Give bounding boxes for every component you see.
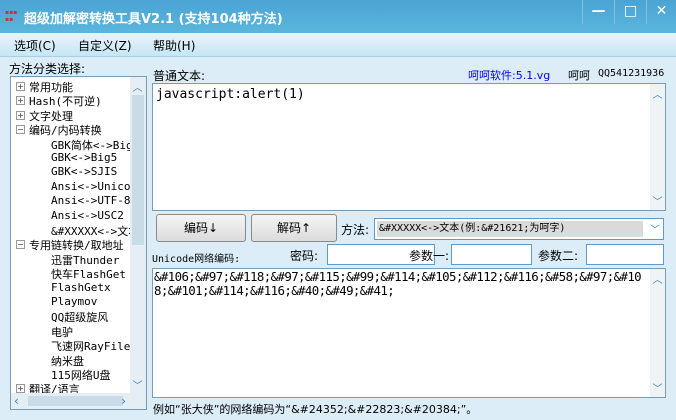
tree-item[interactable]: Ansi<->UTF-8 [51, 194, 130, 207]
plain-text-value: javascript:alert(1) [156, 87, 305, 102]
plain-scrollbar[interactable]: ︿ ﹀ [650, 84, 665, 210]
menu-bar: 选项(C) 自定义(Z) 帮助(H) [0, 33, 676, 57]
output-label: Unicode网络编码: [152, 254, 241, 265]
tree-hscrollbar[interactable]: ‹ › [11, 393, 146, 409]
password-label: 密码: [290, 249, 319, 263]
app-logo-icon: ▪▪▪ ▪▪ [5, 9, 18, 23]
param2-input[interactable] [586, 244, 664, 265]
method-tree[interactable]: + 常用功能 + Hash(不可逆) + 文字处理 − 编码/内码转换 GBK简体<->Big5… [10, 76, 147, 410]
scroll-down-icon[interactable]: ﹀ [132, 377, 143, 392]
scroll-up-icon[interactable]: ︿ [652, 86, 663, 101]
plain-text-input[interactable]: javascript:alert(1) ︿ ﹀ [152, 83, 666, 211]
menu-options[interactable]: 选项(C) [14, 37, 56, 54]
output-text-area[interactable]: &#106;&#97;&#118;&#97;&#115;&#99;&#114;&… [152, 268, 666, 398]
scroll-thumb[interactable] [132, 95, 144, 245]
collapse-icon[interactable]: − [16, 125, 25, 135]
close-button[interactable]: ✕ [646, 0, 676, 24]
scroll-up-icon[interactable]: ︿ [132, 79, 143, 94]
maximize-button[interactable]: □ [614, 0, 646, 24]
method-selected: &#XXXXX<->文本(例:&#21621;为呵字) [377, 221, 643, 237]
decode-button[interactable]: 解码↑ [251, 214, 337, 242]
expand-icon[interactable]: + [16, 110, 25, 120]
encode-button[interactable]: 编码↓ [156, 214, 246, 242]
output-scrollbar[interactable]: ︿ ﹀ [650, 269, 665, 397]
author-credit: 呵呵 [568, 69, 590, 82]
scroll-right-icon[interactable]: › [121, 394, 126, 408]
tree-label: 方法分类选择: [9, 62, 86, 76]
tree-item[interactable]: GBK<->Big5 [51, 151, 117, 164]
scroll-down-icon[interactable]: ﹀ [652, 193, 663, 208]
output-value: &#106;&#97;&#118;&#97;&#115;&#99;&#114;&… [154, 269, 642, 298]
minimize-button[interactable]: — [582, 0, 614, 24]
tree-item[interactable]: GBK<->SJIS [51, 165, 117, 178]
param2-label: 参数二: [538, 249, 579, 263]
tree-vscrollbar[interactable]: ︿ ﹀ [130, 77, 146, 395]
scroll-left-icon[interactable]: ‹ [14, 394, 19, 408]
method-label: 方法: [341, 223, 370, 237]
menu-custom[interactable]: 自定义(Z) [78, 37, 132, 54]
tree-item[interactable]: Playmov [51, 295, 97, 308]
tree-item[interactable]: FlashGetx [51, 281, 111, 294]
plain-text-label: 普通文本: [153, 69, 206, 83]
window-title: 超级加解密转换工具V2.1 (支持104种方法) [24, 12, 283, 27]
expand-icon[interactable]: + [16, 96, 25, 106]
expand-icon[interactable]: + [16, 82, 25, 91]
menu-help[interactable]: 帮助(H) [153, 37, 195, 54]
hint-text: 例如“张大侠”的网络编码为“&#24352;&#22823;&#20384;”。 [153, 403, 478, 416]
qq-credit: QQ541231936 [598, 68, 665, 79]
param1-input[interactable] [451, 244, 532, 265]
title-bar: ▪▪▪ ▪▪ 超级加解密转换工具V2.1 (支持104种方法) — □ ✕ [0, 0, 676, 33]
software-credit: 呵呵软件:5.1.vg [468, 69, 551, 82]
scroll-down-icon[interactable]: ﹀ [652, 380, 663, 395]
tree-item[interactable]: Ansi<->USC2 [51, 209, 124, 222]
scroll-up-icon[interactable]: ︿ [652, 271, 663, 286]
collapse-icon[interactable]: − [16, 240, 25, 250]
method-select[interactable]: &#XXXXX<->文本(例:&#21621;为呵字) ﹀ [374, 218, 664, 240]
chevron-down-icon[interactable]: ﹀ [650, 221, 660, 236]
hscroll-thumb[interactable] [28, 396, 123, 406]
param1-label: 参数一: [409, 249, 450, 263]
